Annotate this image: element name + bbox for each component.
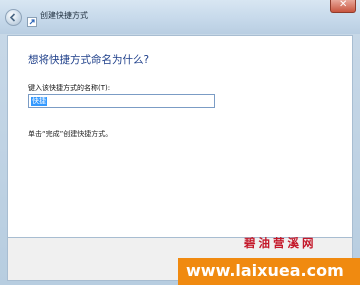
watermark-url: www.laixuea.com <box>186 261 344 280</box>
selected-text: 快捷 <box>31 97 47 106</box>
close-icon: ✕ <box>339 0 348 10</box>
shortcut-name-input[interactable]: 快捷 <box>28 94 215 108</box>
back-arrow-icon <box>9 13 16 22</box>
window-title: 创建快捷方式 <box>40 11 88 20</box>
watermark-logo: 碧油营溪网 <box>244 236 317 250</box>
title-bar: 创建快捷方式 ✕ <box>0 0 360 34</box>
close-button[interactable]: ✕ <box>330 0 356 13</box>
back-button[interactable] <box>5 9 22 26</box>
dialog-window: 创建快捷方式 ✕ 想将快捷方式命名为什么? 键入该快捷方式的名称(T): 快捷 … <box>0 0 360 285</box>
finish-hint: 单击“完成”创建快捷方式。 <box>28 130 113 138</box>
page-heading: 想将快捷方式命名为什么? <box>28 54 150 66</box>
shortcut-name-label: 键入该快捷方式的名称(T): <box>28 84 111 92</box>
dialog-content: 想将快捷方式命名为什么? 键入该快捷方式的名称(T): 快捷 单击“完成”创建快… <box>7 35 353 238</box>
shortcut-icon <box>27 12 37 27</box>
